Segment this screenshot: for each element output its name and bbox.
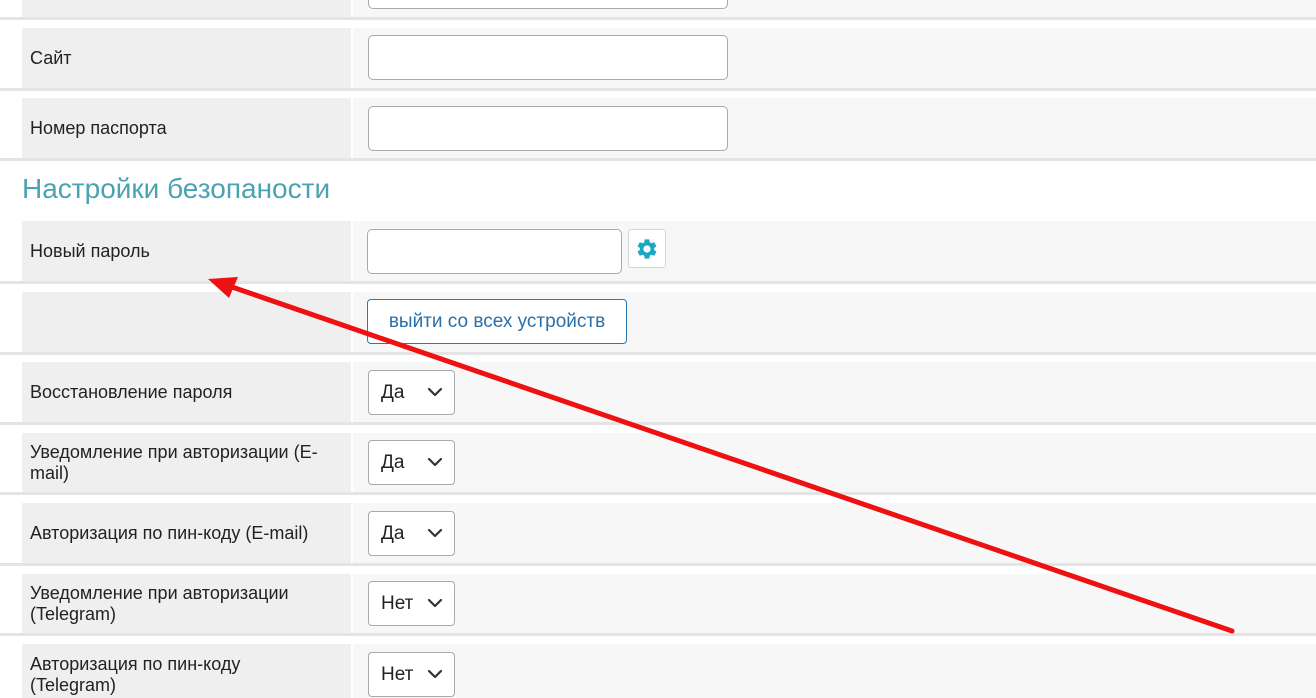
value-cell — [353, 644, 1316, 698]
label-cell — [22, 0, 351, 17]
value-cell — [353, 433, 1316, 492]
generate-password-button[interactable] — [628, 229, 666, 268]
chevron-down-icon — [427, 598, 443, 608]
row-separator — [0, 633, 1316, 636]
pin-auth-telegram-label: Авторизация по пин-коду (Telegram) — [22, 644, 351, 698]
chevron-down-icon — [427, 457, 443, 467]
form-row-passport: Номер паспорта — [22, 98, 1316, 158]
value-cell — [353, 503, 1316, 563]
security-section-title: Настройки безопаности — [22, 173, 331, 204]
row-separator — [0, 158, 1316, 161]
new-password-input[interactable] — [367, 229, 622, 274]
chevron-down-icon — [427, 387, 443, 397]
select-value: Да — [381, 452, 405, 473]
label-cell — [22, 292, 351, 352]
form-row-login-notify-email: Уведомление при авторизации (E-mail) Да — [22, 433, 1316, 492]
chevron-down-icon — [427, 528, 443, 538]
gear-icon — [637, 238, 657, 259]
row-separator — [0, 88, 1316, 91]
row-separator — [0, 281, 1316, 284]
row-separator — [0, 563, 1316, 566]
site-input[interactable] — [368, 35, 728, 80]
password-recovery-select[interactable]: Да — [368, 370, 455, 415]
new-password-label: Новый пароль — [22, 221, 351, 281]
partial-input[interactable] — [368, 0, 728, 9]
select-value: Нет — [381, 664, 414, 685]
logout-all-devices-button[interactable]: выйти со всех устройств — [367, 299, 627, 344]
select-value: Да — [381, 382, 405, 403]
login-notify-telegram-label: Уведомление при авторизации (Telegram) — [22, 574, 351, 633]
site-label: Сайт — [22, 28, 351, 88]
row-separator — [0, 17, 1316, 20]
form-row-logout-all — [22, 292, 1316, 352]
login-notify-email-select[interactable]: Да — [368, 440, 455, 485]
passport-input[interactable] — [368, 106, 728, 151]
select-value: Да — [381, 523, 405, 544]
row-separator — [0, 422, 1316, 425]
pin-auth-email-select[interactable]: Да — [368, 511, 455, 556]
form-row-pin-auth-telegram: Авторизация по пин-коду (Telegram) Нет — [22, 644, 1316, 698]
chevron-down-icon — [427, 669, 443, 679]
form-row-new-password: Новый пароль — [22, 221, 1316, 281]
form-row-password-recovery: Восстановление пароля Да — [22, 362, 1316, 422]
row-separator — [0, 492, 1316, 495]
value-cell — [353, 574, 1316, 633]
password-recovery-label: Восстановление пароля — [22, 362, 351, 422]
pin-auth-telegram-select[interactable]: Нет — [368, 652, 455, 697]
login-notify-email-label: Уведомление при авторизации (E-mail) — [22, 433, 351, 492]
form-row-login-notify-telegram: Уведомление при авторизации (Telegram) Н… — [22, 574, 1316, 633]
form-row-partial — [22, 0, 1316, 17]
passport-label: Номер паспорта — [22, 98, 351, 158]
select-value: Нет — [381, 593, 414, 614]
pin-auth-email-label: Авторизация по пин-коду (E-mail) — [22, 503, 351, 563]
form-row-pin-auth-email: Авторизация по пин-коду (E-mail) Да — [22, 503, 1316, 563]
login-notify-telegram-select[interactable]: Нет — [368, 581, 455, 626]
row-separator — [0, 352, 1316, 355]
form-row-site: Сайт — [22, 28, 1316, 88]
value-cell — [353, 362, 1316, 422]
